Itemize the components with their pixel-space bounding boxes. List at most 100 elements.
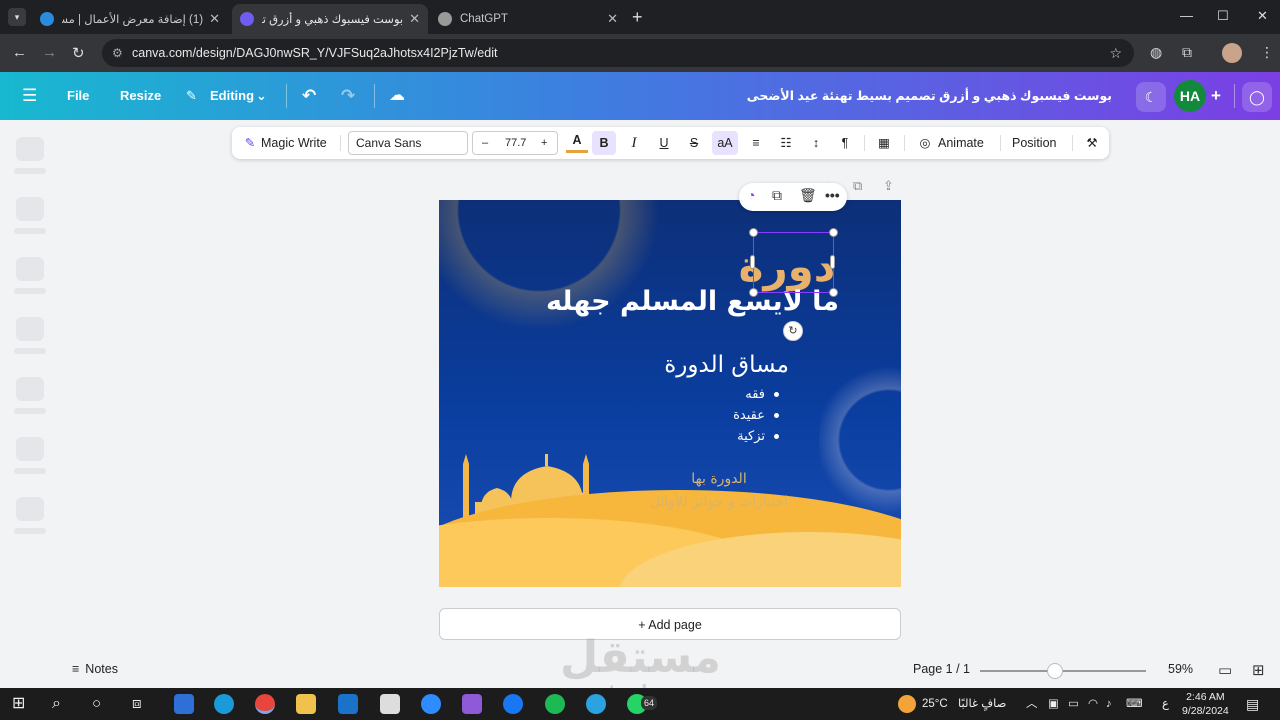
facebook-icon[interactable] bbox=[503, 694, 523, 714]
close-window-icon[interactable]: ✕ bbox=[1257, 8, 1268, 24]
position-button[interactable]: Position bbox=[1012, 127, 1056, 159]
align-center-icon[interactable]: ≡ bbox=[746, 127, 766, 159]
redo-icon[interactable]: ↷ bbox=[341, 72, 355, 120]
italic-button[interactable]: I bbox=[624, 127, 644, 159]
trash-icon[interactable]: 🗑 bbox=[799, 187, 817, 204]
undo-icon[interactable]: ↶ bbox=[302, 72, 316, 120]
font-size-input[interactable]: 77.7 bbox=[505, 132, 526, 154]
tab-canva[interactable]: بوست فيسبوك ذهبي و أزرق تص... ✕ bbox=[232, 4, 428, 34]
zoom-level[interactable]: 59% bbox=[1168, 662, 1193, 676]
increase-size-button[interactable]: + bbox=[541, 132, 547, 154]
edge-icon[interactable] bbox=[214, 694, 234, 714]
comment-add-icon[interactable]: ◔ bbox=[747, 187, 755, 203]
chevron-down-icon[interactable]: ⌄ bbox=[256, 72, 267, 120]
wifi-icon[interactable]: ◠ bbox=[1088, 688, 1098, 720]
close-icon[interactable]: ✕ bbox=[209, 11, 220, 27]
letter-case-button[interactable]: aA bbox=[712, 131, 738, 155]
new-tab-button[interactable]: + bbox=[632, 7, 643, 28]
paint-format-icon[interactable]: ⚒ bbox=[1082, 127, 1102, 159]
reload-icon[interactable]: ↻ bbox=[72, 44, 85, 62]
hamburger-menu-icon[interactable]: ☰ bbox=[22, 72, 37, 120]
add-people-icon[interactable]: + bbox=[1211, 72, 1221, 120]
underline-button[interactable]: U bbox=[654, 127, 674, 159]
store-icon[interactable] bbox=[380, 694, 400, 714]
side-resize-handle[interactable] bbox=[830, 255, 835, 269]
page-indicator[interactable]: Page 1 / 1 bbox=[913, 662, 970, 676]
clock[interactable]: 2:46 AM 9/28/2024 bbox=[1182, 690, 1229, 718]
back-icon[interactable]: ← bbox=[12, 44, 27, 61]
bookmark-star-icon[interactable]: ☆ bbox=[1109, 39, 1122, 67]
side-resize-handle[interactable] bbox=[750, 255, 755, 269]
bold-button[interactable]: B bbox=[592, 131, 616, 155]
duplicate-icon[interactable]: ⧉ bbox=[772, 187, 782, 204]
more-options-icon[interactable]: ••• bbox=[825, 187, 840, 203]
spotify-icon[interactable] bbox=[545, 694, 565, 714]
rotate-icon[interactable]: ↻ bbox=[783, 321, 803, 341]
sidebar-item-placeholder[interactable] bbox=[16, 377, 44, 401]
extensions-icon[interactable]: ⧉ bbox=[1182, 44, 1192, 61]
close-icon[interactable]: ✕ bbox=[409, 11, 420, 27]
forward-icon[interactable]: → bbox=[42, 44, 57, 61]
editing-mode-button[interactable]: Editing bbox=[210, 72, 254, 120]
notes-button[interactable]: ≡ Notes bbox=[72, 662, 118, 676]
weather-icon[interactable] bbox=[898, 695, 916, 713]
zoom-icon[interactable] bbox=[421, 694, 441, 714]
crown-icon[interactable]: ☾ bbox=[1136, 82, 1166, 112]
comment-icon[interactable]: ◯ bbox=[1242, 82, 1272, 112]
windows-start-icon[interactable]: ⊞ bbox=[12, 688, 25, 720]
sidebar-item-placeholder[interactable] bbox=[16, 437, 44, 461]
resize-handle[interactable] bbox=[829, 228, 838, 237]
subtitle-text[interactable]: مساق الدورة bbox=[599, 352, 789, 378]
sidebar-item-placeholder[interactable] bbox=[16, 137, 44, 161]
cortana-icon[interactable]: ○ bbox=[92, 688, 101, 720]
document-title[interactable]: بوست فيسبوك ذهبي و أزرق تصميم بسيط تهنئة… bbox=[747, 72, 1112, 120]
transparency-icon[interactable]: ▦ bbox=[874, 127, 894, 159]
tab-chatgpt[interactable]: ChatGPT ✕ bbox=[430, 4, 626, 34]
maximize-icon[interactable]: ☐ bbox=[1217, 8, 1229, 24]
list-icon[interactable]: ☷ bbox=[776, 127, 796, 159]
animate-button[interactable]: Animate bbox=[938, 127, 984, 159]
browser-menu-icon[interactable]: ⋮ bbox=[1260, 44, 1274, 61]
search-icon[interactable]: ⌕ bbox=[52, 688, 61, 720]
share-page-icon[interactable]: ⇪ bbox=[883, 178, 894, 194]
weather-text[interactable]: صافٍ غالبًا bbox=[958, 688, 1006, 720]
close-icon[interactable]: ✕ bbox=[607, 11, 618, 27]
note-text[interactable]: الدورة بها اختبارات و جوائز للأوائل bbox=[629, 468, 809, 514]
line-spacing-icon[interactable]: ↕ bbox=[806, 127, 826, 159]
resize-handle[interactable] bbox=[749, 228, 758, 237]
language-indicator[interactable]: ع bbox=[1162, 688, 1169, 720]
visual-studio-icon[interactable] bbox=[462, 694, 482, 714]
globe-icon[interactable]: ◍ bbox=[1150, 44, 1162, 61]
user-avatar[interactable]: HA bbox=[1174, 80, 1206, 112]
battery-icon[interactable]: ▭ bbox=[1068, 688, 1079, 720]
site-info-icon[interactable]: ⚙ bbox=[112, 39, 123, 67]
grid-view-icon[interactable]: ▭ bbox=[1218, 661, 1232, 679]
cloud-saved-icon[interactable]: ☁ bbox=[389, 72, 405, 120]
course-topics-list[interactable]: فقه عقيدة تزكية bbox=[679, 384, 779, 447]
sidebar-item-placeholder[interactable] bbox=[16, 257, 44, 281]
outlook-icon[interactable] bbox=[338, 694, 358, 714]
url-field[interactable]: ⚙ canva.com/design/DAGJ0nwSR_Y/VJFSuq2aJ… bbox=[102, 39, 1134, 67]
chrome-icon[interactable] bbox=[255, 694, 275, 714]
duplicate-page-icon[interactable]: ⧉ bbox=[853, 178, 862, 194]
network-icon[interactable]: ▣ bbox=[1048, 688, 1059, 720]
task-view-icon[interactable]: ⧈ bbox=[132, 688, 142, 720]
keyboard-icon[interactable]: ⌨ bbox=[1126, 688, 1143, 720]
zoom-slider[interactable] bbox=[980, 670, 1146, 672]
tab-search-button[interactable]: ▾ bbox=[8, 8, 26, 26]
resize-handle[interactable] bbox=[829, 288, 838, 297]
telegram-icon[interactable] bbox=[586, 694, 606, 714]
sidebar-item-placeholder[interactable] bbox=[16, 197, 44, 221]
file-explorer-icon[interactable] bbox=[296, 694, 316, 714]
notifications-icon[interactable]: ▤ bbox=[1246, 688, 1259, 720]
font-family-select[interactable]: Canva Sans bbox=[348, 131, 468, 155]
resize-menu[interactable]: Resize bbox=[120, 72, 161, 120]
weather-temp[interactable]: 25°C bbox=[922, 688, 948, 720]
strikethrough-button[interactable]: S bbox=[684, 127, 704, 159]
text-direction-icon[interactable]: ¶ bbox=[835, 127, 855, 159]
chevron-up-icon[interactable]: ︿ bbox=[1026, 688, 1038, 720]
profile-avatar[interactable] bbox=[1222, 43, 1242, 63]
file-menu[interactable]: File bbox=[67, 72, 89, 120]
minimize-icon[interactable]: — bbox=[1180, 8, 1193, 23]
sidebar-item-placeholder[interactable] bbox=[16, 317, 44, 341]
